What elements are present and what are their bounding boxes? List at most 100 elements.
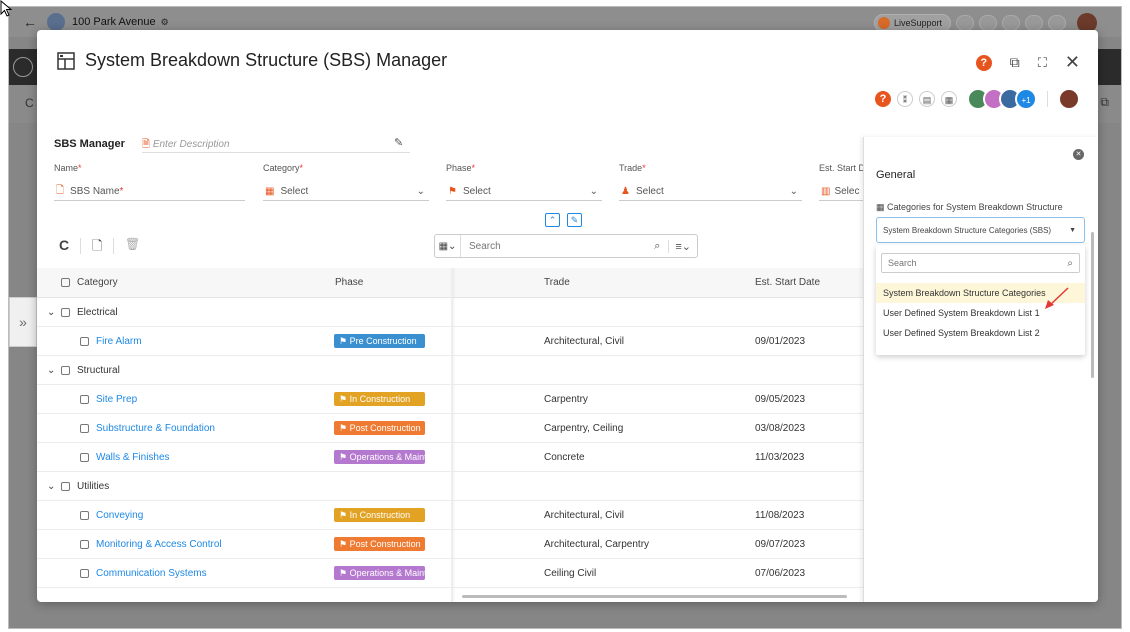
help-icon[interactable]: ? (875, 91, 891, 107)
edit-pencil-icon[interactable]: ✎ (394, 136, 403, 149)
row-checkbox[interactable] (61, 308, 70, 317)
row-checkbox[interactable] (80, 540, 89, 549)
divider (1047, 91, 1048, 107)
calendar-icon: ▥ (821, 186, 831, 197)
module-icon[interactable] (13, 57, 33, 77)
search-bar: ▦⌄ ⌕ ≡⌄ (434, 234, 698, 258)
category-value: Select (280, 186, 309, 197)
panel-scrollbar[interactable] (1091, 232, 1094, 378)
red-arrow-annotation-icon (1045, 287, 1069, 309)
search-input[interactable] (461, 236, 655, 256)
est-start-date-input[interactable]: ▥ Selec (819, 183, 863, 201)
category-select[interactable]: ▦ Select ⌄ (263, 183, 429, 201)
search-icon[interactable]: ⌕ (1067, 258, 1073, 269)
trade-cell: Architectural, Civil (544, 510, 625, 521)
open-new-window-icon[interactable]: ⧉ (1010, 54, 1020, 71)
phase-badge: ⚑ Operations & Maint... (334, 450, 425, 464)
more-collaborators-badge[interactable]: +1 (1015, 88, 1037, 110)
flag-icon: ⚑ (339, 452, 350, 462)
row-checkbox[interactable] (80, 395, 89, 404)
collapse-form-button[interactable]: ⌃ (545, 213, 560, 227)
phase-label: Phase* (446, 163, 476, 173)
item-name-link[interactable]: Conveying (96, 501, 143, 530)
chevron-down-icon[interactable]: ⌄ (47, 472, 55, 501)
dropdown-option[interactable]: User Defined System Breakdown List 2 (876, 323, 1085, 343)
phase-badge: ⚑ Post Construction (334, 537, 425, 551)
search-icon[interactable]: ⌕ (654, 240, 660, 253)
flag-icon: ⚑ (339, 510, 350, 520)
item-name-link[interactable]: Communication Systems (96, 559, 207, 588)
add-document-icon[interactable]: 🗋 (92, 237, 102, 259)
row-checkbox[interactable] (80, 453, 89, 462)
est-start-date-cell: 09/01/2023 (755, 336, 806, 347)
delete-icon[interactable]: 🗑 (125, 237, 140, 251)
close-icon[interactable]: ✕ (1065, 52, 1080, 73)
expand-sidebar-button[interactable]: » (9, 297, 37, 347)
row-checkbox[interactable] (80, 569, 89, 578)
sbs-name-input[interactable]: 🗋 SBS Name * (54, 183, 245, 201)
trade-cell: Ceiling Civil (544, 568, 597, 579)
pin-button[interactable]: ✎ (567, 213, 582, 227)
toolbar-chip-icon[interactable] (1002, 15, 1020, 31)
item-name-link[interactable]: Substructure & Foundation (96, 414, 215, 443)
trade-select[interactable]: ♟ Select ⌄ (619, 183, 802, 201)
flag-icon: ⚑ (339, 423, 350, 433)
open-external-icon[interactable]: ⧉ (1100, 95, 1109, 110)
panel-section-label: ▦ Categories for System Breakdown Struct… (876, 202, 1063, 212)
phase-badge: ⚑ Pre Construction (334, 334, 425, 348)
project-avatar (47, 13, 65, 31)
horizontal-scrollbar[interactable] (462, 595, 847, 598)
column-header-est-start-date[interactable]: Est. Start Date (755, 268, 820, 297)
row-checkbox[interactable] (61, 366, 70, 375)
chevron-down-icon[interactable]: ⌄ (47, 356, 55, 385)
document-icon[interactable]: ▤ (919, 91, 935, 107)
phase-select[interactable]: ⚑ Select ⌄ (446, 183, 602, 201)
project-name[interactable]: 100 Park Avenue (72, 16, 156, 28)
row-checkbox[interactable] (61, 482, 70, 491)
filter-icon[interactable]: ≡⌄ (668, 239, 691, 253)
refresh-icon[interactable]: C (59, 237, 69, 253)
flag-icon: ⚑ (339, 394, 350, 404)
trade-cell: Architectural, Civil (544, 336, 625, 347)
column-header-phase[interactable]: Phase (335, 268, 363, 297)
column-header-category[interactable]: Category (77, 268, 118, 297)
toolbar-chip-icon[interactable] (1048, 15, 1066, 31)
toolbar-chip-icon[interactable] (956, 15, 974, 31)
toolbar-chip-icon[interactable] (1025, 15, 1043, 31)
column-header-trade[interactable]: Trade (544, 268, 570, 297)
description-icon: 🗎 (142, 139, 151, 150)
gear-icon[interactable]: ⚙ (161, 17, 169, 28)
panel-close-icon[interactable]: ✕ (1073, 149, 1084, 160)
refresh-icon[interactable]: C (25, 96, 34, 110)
row-checkbox[interactable] (80, 337, 89, 346)
row-checkbox[interactable] (80, 511, 89, 520)
help-icon[interactable]: ? (975, 54, 992, 71)
item-name-link[interactable]: Site Prep (96, 385, 137, 414)
share-icon[interactable]: ⁑ (897, 91, 913, 107)
view-toggle-icon[interactable]: ▦⌄ (435, 235, 461, 257)
panel-title: General (876, 169, 916, 181)
est-start-date-cell: 11/08/2023 (755, 510, 805, 521)
toolbar-chip-icon[interactable] (979, 15, 997, 31)
categories-select[interactable]: System Breakdown Structure Categories (S… (876, 217, 1085, 243)
group-name: Utilities (77, 481, 110, 492)
fullscreen-icon[interactable]: ⛶ (1038, 55, 1047, 71)
item-name-link[interactable]: Monitoring & Access Control (96, 530, 222, 559)
select-all-checkbox[interactable] (61, 278, 70, 287)
chevron-down-icon[interactable]: ⌄ (47, 298, 55, 327)
dropdown-search-input[interactable] (882, 255, 1068, 271)
current-user-avatar[interactable] (1058, 88, 1080, 110)
live-support-icon (877, 17, 890, 29)
item-name-link[interactable]: Fire Alarm (96, 327, 142, 356)
phase-badge: ⚑ In Construction (334, 392, 425, 406)
item-name-link[interactable]: Walls & Finishes (96, 443, 170, 472)
phase-badge: ⚑ In Construction (334, 508, 425, 522)
row-checkbox[interactable] (80, 424, 89, 433)
back-arrow-icon[interactable]: ← (23, 14, 37, 30)
report-icon[interactable]: ▦ (941, 91, 957, 107)
category-label: Category* (263, 163, 304, 173)
group-name: Structural (77, 365, 120, 376)
description-field[interactable]: 🗎 Enter Description (142, 137, 410, 153)
file-icon: 🗋 (56, 185, 65, 196)
sbs-icon (57, 51, 75, 70)
